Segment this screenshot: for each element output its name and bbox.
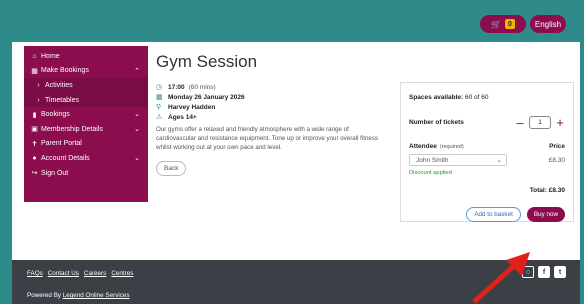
chevron-down-icon: ⌄	[134, 155, 140, 163]
session-date-value: Monday 26 January 2026	[168, 93, 245, 101]
session-duration: (60 mins)	[188, 83, 216, 91]
session-ages: ⚠ Ages 14+	[156, 112, 392, 122]
child-icon: ✝	[31, 140, 38, 148]
sidebar: ⌂ Home ▦ Make Bookings ⌃ › Activities › …	[24, 46, 148, 202]
calendar-icon: ▦	[31, 67, 38, 75]
attendee-label: Attendee	[409, 143, 437, 150]
session-description: Our gyms offer a relaxed and friendly at…	[156, 126, 379, 151]
card-icon: ▣	[31, 126, 38, 134]
discount-note: Discount applied	[409, 170, 452, 176]
sidebar-item-label: Sign Out	[41, 169, 69, 177]
chevron-up-icon: ⌃	[134, 67, 140, 75]
folder-icon: ▮	[32, 111, 37, 119]
session-details: Gym Session ◷ 17:00 (60 mins) ▦ Monday 2…	[156, 52, 392, 176]
clock-icon: ◷	[156, 84, 163, 91]
sidebar-item-membership-details[interactable]: ▣ Membership Details ⌄	[24, 122, 148, 137]
page-content: ⌂ Home ▦ Make Bookings ⌃ › Activities › …	[12, 42, 580, 260]
cart-count-badge: 0	[504, 19, 515, 29]
add-to-basket-button[interactable]: Add to basket	[466, 207, 521, 222]
map-pin-icon: ⚲	[156, 104, 162, 111]
sign-out-icon: ↪	[31, 170, 38, 178]
red-arrow-annotation	[472, 252, 530, 304]
powered-prefix: Powered By	[27, 292, 61, 299]
cart-icon: 🛒	[491, 19, 501, 29]
sidebar-item-label: Home	[41, 52, 60, 60]
sidebar-item-label: Parent Portal	[41, 140, 82, 148]
decrement-button[interactable]: –	[515, 116, 525, 129]
attendee-header: Attendee (required) Price	[409, 143, 565, 150]
sidebar-item-label: Make Bookings	[41, 67, 89, 75]
calendar-icon: ▦	[156, 94, 163, 101]
chevron-down-icon: ⌄	[496, 157, 502, 164]
spaces-value: 60 of 60	[465, 94, 489, 101]
sidebar-item-activities[interactable]: › Activities	[24, 78, 148, 93]
sidebar-item-account-details[interactable]: ● Account Details ⌄	[24, 151, 148, 166]
chevron-down-icon: ⌄	[134, 125, 140, 133]
session-location: ⚲ Harvey Hadden	[156, 102, 392, 112]
panel-actions: Add to basket Buy now	[409, 207, 565, 222]
attendee-value: John Smith	[416, 156, 449, 164]
sidebar-item-timetables[interactable]: › Timetables	[24, 92, 148, 108]
booking-panel: Spaces available: 60 of 60 Number of tic…	[400, 82, 574, 222]
sidebar-item-label: Timetables	[45, 96, 79, 104]
sidebar-item-sign-out[interactable]: ↪ Sign Out	[24, 166, 148, 181]
sidebar-item-label: Account Details	[41, 154, 90, 162]
sidebar-item-label: Membership Details	[41, 125, 103, 133]
twitter-icon[interactable]: t	[554, 266, 566, 278]
sidebar-item-bookings[interactable]: ▮ Bookings ⌄	[24, 107, 148, 122]
powered-by: Powered By Legend Online Services	[27, 292, 130, 299]
top-bar: 🛒 0 English	[0, 0, 584, 42]
footer-links: FAQs Contact Us Careers Centres	[27, 270, 133, 277]
sidebar-item-home[interactable]: ⌂ Home	[24, 49, 148, 64]
footer-link-contact[interactable]: Contact Us	[48, 270, 79, 277]
footer-link-faqs[interactable]: FAQs	[27, 270, 43, 277]
quantity-input[interactable]: 1	[529, 116, 551, 129]
chevron-right-icon: ›	[37, 96, 40, 104]
footer-link-centres[interactable]: Centres	[111, 270, 133, 277]
chevron-down-icon: ⌄	[134, 111, 140, 119]
chevron-right-icon: ›	[37, 81, 40, 89]
price-label: Price	[549, 143, 565, 150]
quantity-stepper: – 1 +	[515, 116, 565, 129]
attendee-select[interactable]: John Smith ⌄	[409, 154, 507, 166]
attendee-row: John Smith ⌄ £8.30	[409, 154, 565, 166]
session-location-value: Harvey Hadden	[168, 103, 216, 111]
required-label: (required)	[439, 144, 464, 150]
total-row: Total: £8.30	[409, 187, 565, 194]
session-time: ◷ 17:00 (60 mins)	[156, 82, 392, 92]
session-time-value: 17:00	[168, 83, 185, 91]
price-value: £8.30	[548, 156, 565, 164]
total-value: £8.30	[548, 187, 565, 194]
page-title: Gym Session	[156, 52, 258, 71]
tickets-label: Number of tickets	[409, 119, 464, 126]
sidebar-item-label: Activities	[45, 81, 73, 89]
warning-icon: ⚠	[156, 114, 163, 121]
session-ages-value: Ages 14+	[168, 113, 197, 121]
spaces-label: Spaces available:	[409, 94, 464, 101]
sidebar-item-label: Bookings	[41, 111, 70, 119]
back-button[interactable]: Back	[156, 161, 187, 176]
spaces-available: Spaces available: 60 of 60	[409, 94, 565, 101]
home-icon: ⌂	[32, 52, 37, 60]
cart-button[interactable]: 🛒 0	[480, 15, 526, 33]
total-label: Total:	[529, 187, 547, 194]
attendee-label-group: Attendee (required)	[409, 143, 464, 150]
language-button[interactable]: English	[530, 15, 566, 33]
tickets-row: Number of tickets – 1 +	[409, 116, 565, 129]
sidebar-item-parent-portal[interactable]: ✝ Parent Portal	[24, 137, 148, 152]
session-date: ▦ Monday 26 January 2026	[156, 92, 392, 102]
buy-now-button[interactable]: Buy now	[526, 207, 565, 222]
user-icon: ●	[32, 154, 37, 162]
powered-link[interactable]: Legend Online Services	[63, 292, 130, 299]
sidebar-item-make-bookings[interactable]: ▦ Make Bookings ⌃	[24, 64, 148, 79]
increment-button[interactable]: +	[555, 116, 565, 129]
footer-link-careers[interactable]: Careers	[84, 270, 106, 277]
